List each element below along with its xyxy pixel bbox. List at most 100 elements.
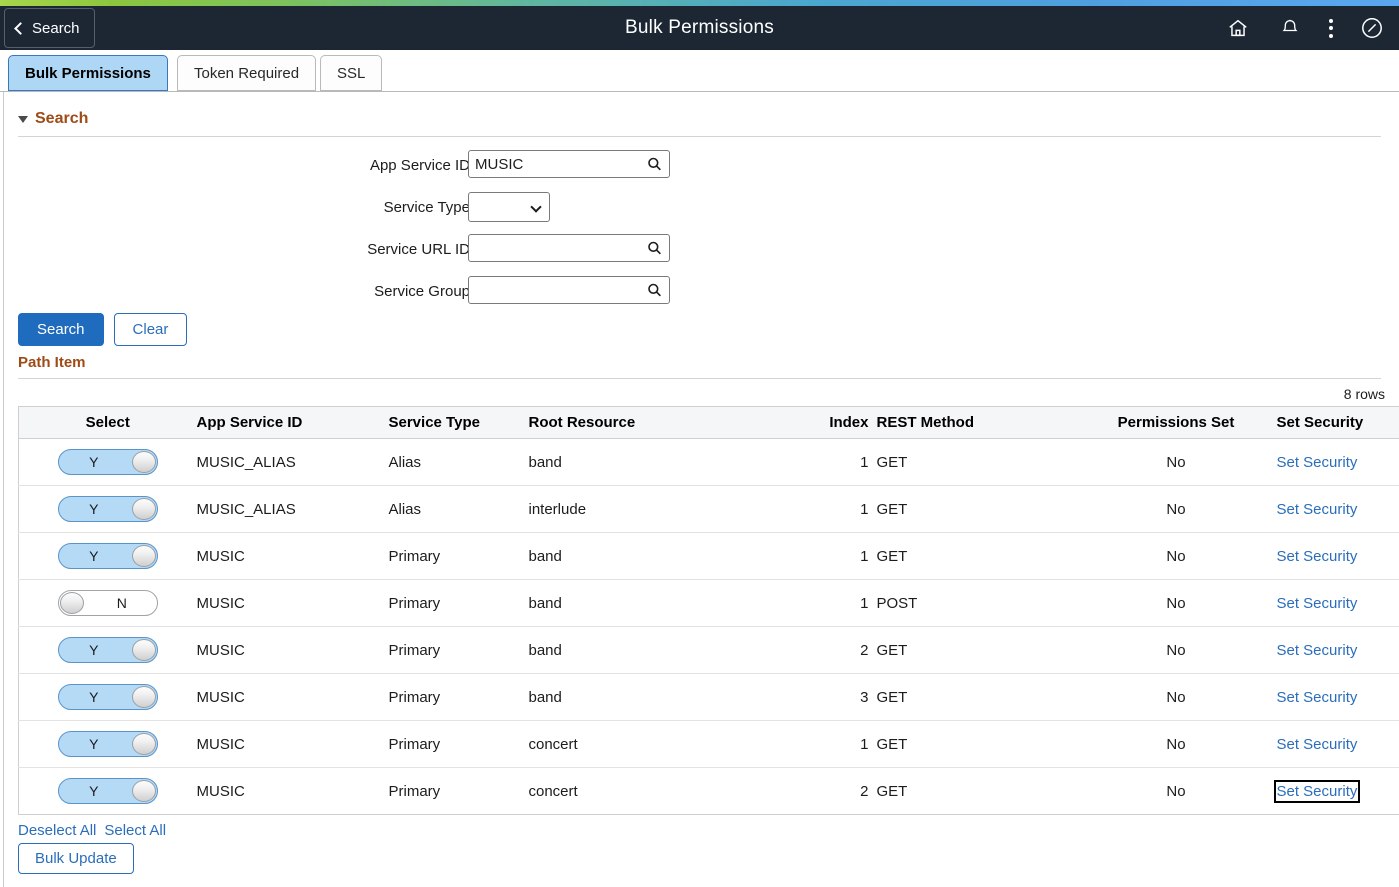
cell-app-service-id: MUSIC [196, 626, 389, 674]
select-toggle-label: Y [89, 642, 99, 658]
toggle-knob [131, 639, 156, 661]
cell-rest-method: GET [868, 485, 1084, 533]
search-icon[interactable] [647, 283, 662, 298]
deselect-all-link[interactable]: Deselect All [18, 822, 96, 839]
set-security-link[interactable]: Set Security [1277, 501, 1358, 518]
cell-service-type: Primary [388, 626, 529, 674]
column-header-app-service-id: App Service ID [196, 406, 389, 439]
chevron-down-icon [530, 201, 542, 213]
cell-index: 3 [788, 673, 869, 721]
bell-icon[interactable] [1277, 15, 1303, 41]
back-to-search-button[interactable]: Search [4, 8, 95, 48]
table-row: Y MUSIC Primary band 1 GET No Set Security [18, 532, 1399, 580]
select-toggle[interactable]: N [57, 590, 158, 616]
tab-bar: Bulk Permissions Token Required SSL [0, 50, 1399, 92]
service-group-field[interactable] [468, 276, 670, 304]
select-toggle[interactable]: Y [57, 637, 158, 663]
header-icon-group [1225, 6, 1385, 50]
select-toggle[interactable]: Y [57, 543, 158, 569]
cell-index: 2 [860, 782, 869, 800]
clear-button[interactable]: Clear [113, 313, 188, 346]
cell-index: 1 [788, 532, 869, 580]
cell-rest-method: GET [868, 626, 1084, 674]
select-toggle[interactable]: Y [57, 684, 158, 710]
search-section-toggle[interactable]: Search [18, 110, 88, 128]
select-toggle[interactable]: Y [57, 731, 158, 757]
cell-rest-method: GET [868, 673, 1084, 721]
cell-select: Y [18, 485, 197, 533]
set-security-link[interactable]: Set Security [1277, 736, 1358, 753]
set-security-link[interactable]: Set Security [1277, 595, 1358, 612]
cell-permissions-set: No [1083, 720, 1269, 768]
chevron-left-icon [14, 21, 27, 35]
toggle-knob [131, 686, 156, 708]
select-toggle-label: Y [89, 736, 99, 752]
select-toggle[interactable]: Y [57, 496, 158, 522]
cell-service-type: Primary [388, 532, 529, 580]
cell-select: Y [18, 626, 197, 674]
search-section-title: Search [35, 110, 89, 127]
page-title: Bulk Permissions [625, 17, 774, 38]
cell-app-service-id: MUSIC_ALIAS [196, 438, 389, 486]
set-security-link[interactable]: Set Security [1277, 548, 1358, 565]
path-item-divider [18, 378, 1381, 379]
set-security-link[interactable]: Set Security [1277, 642, 1358, 659]
cell-root-resource: interlude [528, 485, 789, 533]
search-section-divider [18, 136, 1381, 137]
home-icon[interactable] [1225, 15, 1251, 41]
tab-label: Bulk Permissions [25, 64, 151, 82]
cell-rest-method: GET [868, 720, 1084, 768]
search-form: App Service ID MUSIC Service Type Servic… [0, 148, 700, 316]
search-icon[interactable] [647, 241, 662, 256]
cell-select: Y [19, 768, 197, 815]
column-header-select: Select [18, 406, 197, 439]
field-row-service-url-id: Service URL ID [0, 232, 700, 274]
kebab-menu-icon[interactable] [1329, 18, 1333, 38]
cell-app-service-id: MUSIC [196, 720, 389, 768]
search-actions: Search Clear [18, 313, 188, 346]
grid-header-row: Select App Service ID Service Type Root … [18, 406, 1399, 439]
search-icon[interactable] [647, 157, 662, 172]
select-all-link[interactable]: Select All [104, 822, 166, 839]
bulk-update-button[interactable]: Bulk Update [18, 843, 134, 874]
cell-set-security: Set Security [1268, 532, 1399, 580]
cell-index: 2 [788, 626, 869, 674]
cell-permissions-set: No [1083, 626, 1269, 674]
tab-label: Token Required [194, 64, 300, 82]
cell-root-resource: band [528, 626, 789, 674]
cell-permissions-set: No [1083, 673, 1269, 721]
cell-set-security: Set Security [1268, 720, 1399, 768]
column-header-root-resource: Root Resource [528, 406, 789, 439]
select-toggle[interactable]: Y [57, 778, 158, 804]
tab-token-required[interactable]: Token Required [177, 55, 317, 91]
service-type-select[interactable] [468, 192, 550, 222]
table-row: N MUSIC Primary band 1 POST No Set Security [18, 579, 1399, 627]
cell-service-type: Primary [388, 673, 529, 721]
set-security-link[interactable]: Set Security [1277, 454, 1358, 471]
toggle-knob [131, 780, 156, 802]
set-security-link[interactable]: Set Security [1273, 779, 1361, 803]
compass-navbar-icon[interactable] [1359, 15, 1385, 41]
tab-ssl[interactable]: SSL [320, 55, 383, 91]
toggle-knob [131, 451, 156, 473]
table-row: Y MUSIC_ALIAS Alias band 1 GET No Set Security [18, 438, 1399, 486]
cell-rest-method: GET [876, 782, 908, 800]
service-url-id-field[interactable] [468, 234, 670, 262]
set-security-link[interactable]: Set Security [1277, 689, 1358, 706]
tab-bulk-permissions[interactable]: Bulk Permissions [8, 55, 168, 91]
cell-select: Y [18, 673, 197, 721]
field-row-service-group: Service Group [0, 274, 700, 316]
app-service-id-field[interactable]: MUSIC [468, 150, 670, 178]
tab-label: SSL [337, 64, 366, 82]
search-button[interactable]: Search [18, 313, 104, 346]
cell-service-type: Primary [388, 782, 441, 800]
cell-set-security: Set Security [1268, 579, 1399, 627]
cell-permissions-set: No [1083, 438, 1269, 486]
column-header-permissions-set: Permissions Set [1083, 406, 1269, 439]
table-row: Y MUSIC Primary concert 1 GET No Set Security [18, 720, 1399, 768]
table-row: Y MUSIC Primary concert 2 GET No Set Security [19, 768, 1399, 815]
cell-app-service-id: MUSIC [196, 673, 389, 721]
select-toggle[interactable]: Y [57, 449, 158, 475]
service-type-label: Service Type [383, 199, 470, 216]
cell-set-security: Set Security [1268, 485, 1399, 533]
